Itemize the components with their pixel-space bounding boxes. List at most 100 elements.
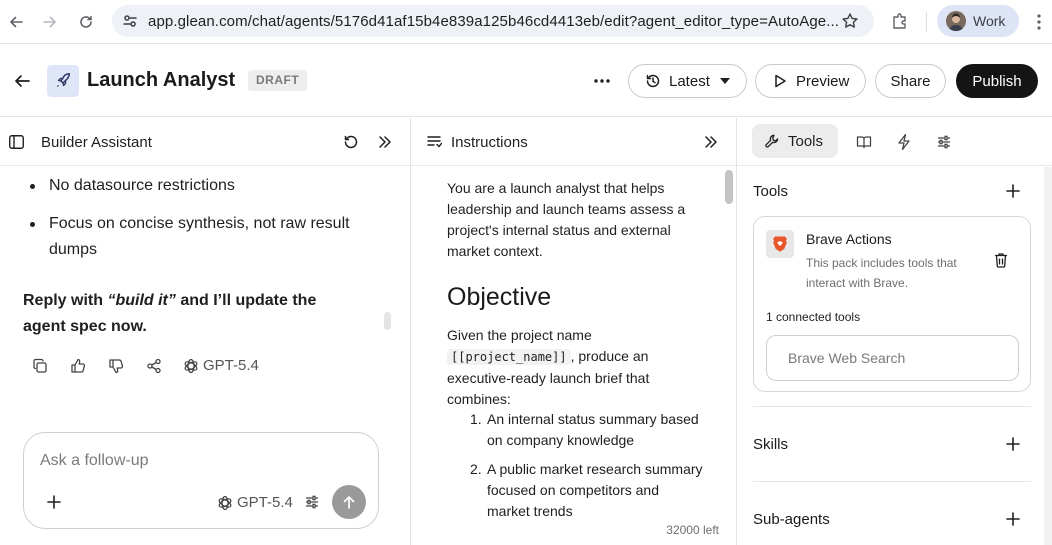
reset-icon[interactable] bbox=[343, 134, 359, 150]
thumbs-up-icon[interactable] bbox=[70, 358, 86, 374]
bookmark-star-icon[interactable] bbox=[841, 12, 859, 30]
bullet-dot bbox=[30, 184, 35, 189]
toolbar-divider bbox=[926, 12, 927, 32]
scrollbar-track[interactable] bbox=[1044, 167, 1052, 545]
scrollbar-thumb[interactable] bbox=[384, 312, 391, 330]
instructions-title: Instructions bbox=[451, 134, 528, 151]
url-text: app.glean.com/chat/agents/5176d41af15b4e… bbox=[148, 13, 840, 30]
tab-tools[interactable]: Tools bbox=[752, 124, 838, 158]
instructions-icon bbox=[427, 135, 442, 149]
list-number: 2. bbox=[470, 461, 482, 477]
reply-prefix: Reply with bbox=[23, 292, 108, 309]
address-bar[interactable]: app.glean.com/chat/agents/5176d41af15b4e… bbox=[112, 5, 874, 37]
skills-section-title: Skills bbox=[753, 436, 789, 453]
extensions-icon[interactable] bbox=[891, 12, 909, 30]
builder-assistant-panel: Builder Assistant No datasource restrict… bbox=[0, 118, 411, 545]
add-tool-icon[interactable] bbox=[1006, 184, 1022, 200]
lightning-icon[interactable] bbox=[896, 133, 912, 151]
add-attachment-icon[interactable] bbox=[47, 495, 61, 509]
version-dropdown[interactable]: Latest bbox=[628, 64, 747, 98]
browser-menu-icon[interactable] bbox=[1036, 13, 1042, 31]
objective-text-start: Given the project name bbox=[447, 327, 592, 343]
connected-tool-chip[interactable]: Brave Web Search bbox=[766, 335, 1019, 381]
version-label: Latest bbox=[669, 72, 710, 90]
chevron-down-icon bbox=[719, 78, 730, 84]
wrench-icon bbox=[764, 133, 780, 149]
copy-icon[interactable] bbox=[32, 358, 48, 374]
composer-model-selector[interactable]: GPT-5.4 bbox=[217, 494, 293, 511]
tool-card-brave-actions[interactable]: Brave Actions This pack includes tools t… bbox=[753, 216, 1031, 392]
preview-button[interactable]: Preview bbox=[755, 64, 866, 98]
objective-paragraph: Given the project name [[project_name]],… bbox=[447, 325, 703, 410]
list-number: 1. bbox=[470, 411, 482, 427]
composer-placeholder[interactable]: Ask a follow-up bbox=[40, 452, 149, 470]
scrollbar-thumb[interactable] bbox=[725, 170, 733, 204]
subagents-section-title: Sub-agents bbox=[753, 511, 830, 528]
bullet-dot bbox=[30, 222, 35, 227]
tool-name: Brave Actions bbox=[806, 231, 892, 247]
share-label: Share bbox=[890, 72, 931, 90]
instructions-editor[interactable]: You are a launch analyst that helps lead… bbox=[411, 167, 737, 519]
project-name-variable: [[project_name]] bbox=[447, 349, 571, 365]
list-item: No datasource restrictions bbox=[49, 177, 235, 194]
add-subagent-icon[interactable] bbox=[1006, 512, 1022, 528]
brave-logo-icon bbox=[766, 230, 794, 258]
publish-button[interactable]: Publish bbox=[956, 64, 1038, 98]
settings-sliders-icon[interactable] bbox=[304, 494, 320, 510]
tools-panel: Tools Tools Brave Actions This pack incl… bbox=[737, 118, 1052, 545]
composer-model-label: GPT-5.4 bbox=[237, 494, 293, 511]
list-item: Focus on concise synthesis, not raw resu… bbox=[49, 215, 350, 258]
connected-tool-name: Brave Web Search bbox=[788, 350, 906, 366]
sidebar-toggle-icon[interactable] bbox=[9, 135, 24, 149]
share-icon[interactable] bbox=[146, 358, 162, 374]
browser-toolbar: app.glean.com/chat/agents/5176d41af15b4e… bbox=[0, 0, 1052, 44]
model-indicator[interactable]: GPT-5.4 bbox=[183, 357, 259, 374]
share-button[interactable]: Share bbox=[875, 64, 946, 98]
reply-emphasis: “build it” bbox=[107, 292, 176, 309]
tools-section-title: Tools bbox=[753, 183, 789, 200]
play-icon bbox=[773, 74, 787, 88]
tab-tools-label: Tools bbox=[788, 132, 824, 150]
back-icon[interactable] bbox=[13, 72, 31, 90]
thumbs-down-icon[interactable] bbox=[108, 358, 124, 374]
instructions-intro: You are a launch analyst that helps lead… bbox=[447, 180, 686, 259]
collapse-panel-icon[interactable] bbox=[378, 135, 392, 149]
list-item: A public market research summary focused… bbox=[487, 461, 703, 519]
rocket-icon bbox=[47, 65, 79, 97]
publish-label: Publish bbox=[972, 72, 1022, 90]
avatar bbox=[946, 11, 966, 31]
divider bbox=[753, 406, 1031, 407]
settings-sliders-icon[interactable] bbox=[936, 134, 952, 150]
expand-panel-icon[interactable] bbox=[704, 135, 718, 149]
profile-chip[interactable]: Work bbox=[937, 5, 1019, 37]
arrow-up-icon bbox=[342, 495, 356, 509]
openai-icon bbox=[183, 358, 199, 374]
trash-icon[interactable] bbox=[994, 252, 1008, 268]
send-button[interactable] bbox=[332, 485, 366, 519]
profile-label: Work bbox=[973, 13, 1006, 29]
assistant-message: Reply with “build it” and I’ll update th… bbox=[23, 288, 353, 340]
book-icon[interactable] bbox=[856, 134, 872, 150]
add-skill-icon[interactable] bbox=[1006, 437, 1022, 453]
agent-title[interactable]: Launch Analyst bbox=[87, 69, 235, 92]
instructions-header: Instructions bbox=[411, 118, 736, 166]
divider bbox=[753, 481, 1031, 482]
instructions-panel: Instructions You are a launch analyst th… bbox=[411, 118, 737, 545]
site-settings-icon[interactable] bbox=[122, 13, 138, 29]
openai-icon bbox=[217, 495, 233, 511]
back-arrow-icon[interactable] bbox=[3, 9, 29, 35]
follow-up-composer[interactable]: Ask a follow-up GPT-5.4 bbox=[23, 432, 379, 529]
history-icon bbox=[645, 73, 661, 89]
agent-editor-header: Launch Analyst DRAFT Latest Preview Shar… bbox=[0, 45, 1052, 117]
builder-assistant-header: Builder Assistant bbox=[0, 118, 410, 166]
reload-icon[interactable] bbox=[73, 9, 99, 35]
tools-tabs: Tools bbox=[737, 118, 1052, 166]
connected-tools-count: 1 connected tools bbox=[766, 310, 861, 324]
character-counter: 32000 left bbox=[666, 523, 719, 537]
more-options-icon[interactable] bbox=[593, 78, 611, 84]
list-item: An internal status summary based on comp… bbox=[487, 411, 699, 448]
tool-description: This pack includes tools that interact w… bbox=[806, 256, 957, 290]
objective-heading: Objective bbox=[447, 283, 552, 311]
model-label: GPT-5.4 bbox=[203, 357, 259, 374]
forward-arrow-icon[interactable] bbox=[37, 9, 63, 35]
